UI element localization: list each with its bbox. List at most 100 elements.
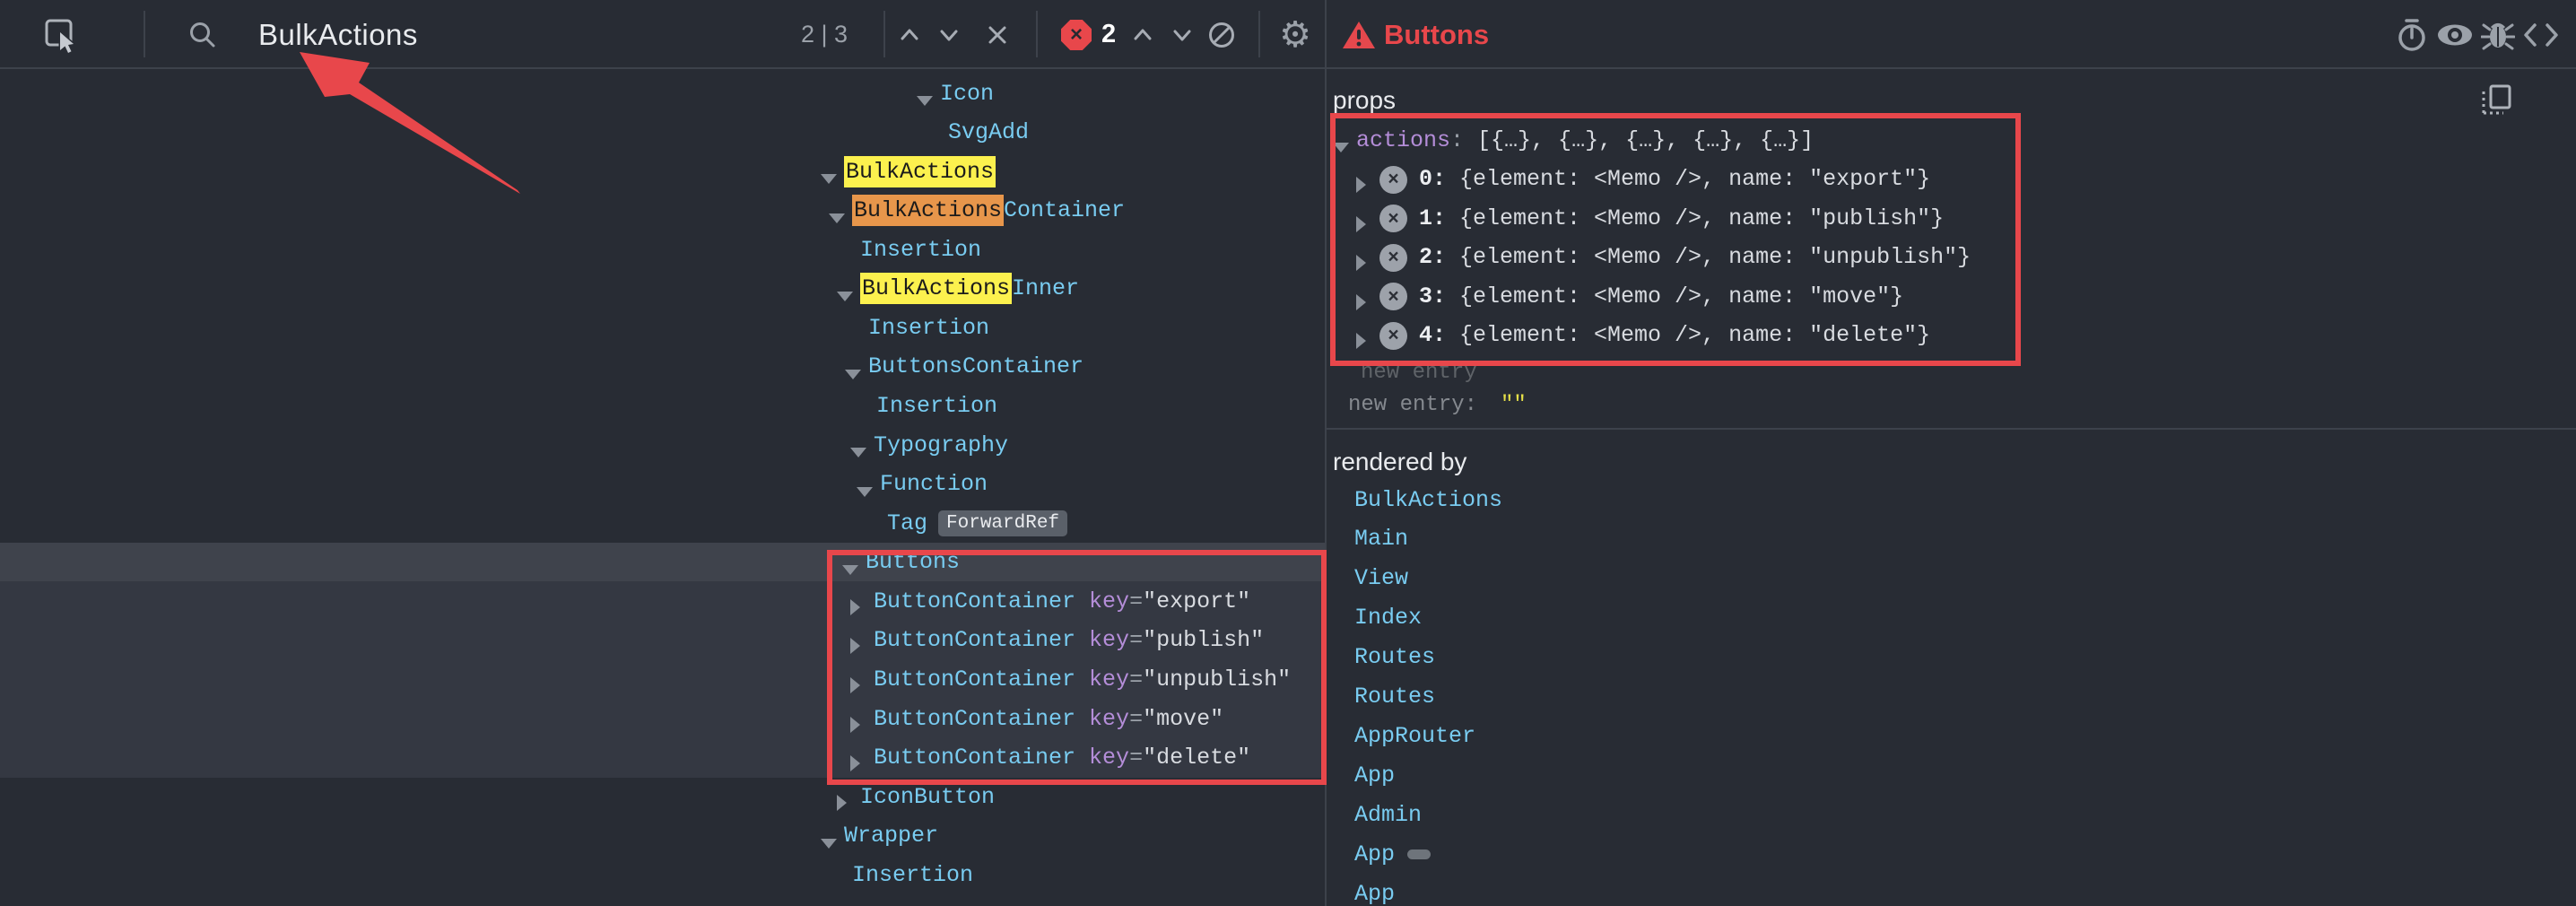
owner-item[interactable]: Index xyxy=(1354,598,1422,638)
owner-item[interactable]: Admin xyxy=(1354,795,1422,834)
chevron-right-icon[interactable] xyxy=(850,738,860,778)
tree-row[interactable]: IconButton xyxy=(0,777,1325,816)
inspect-element-icon[interactable] xyxy=(39,0,83,69)
new-entry-inner[interactable]: new entry xyxy=(1361,361,1477,385)
tree-row[interactable]: TagForwardRef xyxy=(0,503,1325,543)
props-row-actions[interactable]: actions: [{…}, {…}, {…}, {…}, {…}] xyxy=(0,120,1251,160)
row-text: : xyxy=(1450,127,1477,153)
section-divider xyxy=(1327,428,2576,430)
next-error-button[interactable] xyxy=(1164,0,1200,69)
chevron-down-icon[interactable] xyxy=(842,543,858,582)
delete-entry-icon[interactable]: × xyxy=(1379,283,1407,310)
tree-row-label: ButtonContainer key="publish" xyxy=(874,621,1264,660)
toolbar-divider xyxy=(144,11,145,57)
chevron-down-icon[interactable] xyxy=(850,425,866,465)
inspect-dom-eye-icon[interactable] xyxy=(2434,0,2476,69)
tree-row[interactable]: Icon xyxy=(0,74,1325,113)
props-item-text: 4: {element: <Memo />, name: "delete"} xyxy=(1419,316,1930,355)
next-result-button[interactable] xyxy=(931,0,967,69)
tree-row[interactable]: ButtonContainer key="delete" xyxy=(0,738,1325,778)
delete-entry-icon[interactable]: × xyxy=(1379,322,1407,350)
owner-item[interactable]: Routes xyxy=(1354,677,1435,717)
tree-row[interactable]: Insertion xyxy=(0,387,1325,426)
row-text: = xyxy=(1129,588,1143,614)
chevron-right-icon[interactable] xyxy=(850,581,860,621)
chevron-right-icon[interactable] xyxy=(1356,316,1366,355)
owner-label: App xyxy=(1354,841,1395,867)
owner-item[interactable]: BulkActions xyxy=(1354,480,1502,519)
chevron-down-icon[interactable] xyxy=(821,816,837,856)
tree-row[interactable]: Typography xyxy=(0,425,1325,465)
view-source-code-icon[interactable] xyxy=(2520,0,2562,69)
props-array-item[interactable]: ×3: {element: <Memo />, name: "move"} xyxy=(0,276,1251,316)
chevron-right-icon[interactable] xyxy=(1356,238,1366,277)
owner-item[interactable]: View xyxy=(1354,559,1408,598)
array-item-preview: {element: <Memo />, name: "export"} xyxy=(1459,166,1930,192)
owner-item[interactable]: App xyxy=(1354,755,1395,795)
chevron-right-icon[interactable] xyxy=(850,660,860,700)
props-array-item[interactable]: ×4: {element: <Memo />, name: "delete"} xyxy=(0,316,1251,355)
clear-errors-icon[interactable] xyxy=(1202,0,1241,69)
row-text: key xyxy=(1089,666,1129,693)
log-bug-icon[interactable] xyxy=(2477,0,2519,69)
array-item-preview: {element: <Memo />, name: "move"} xyxy=(1459,283,1903,309)
copy-props-icon[interactable] xyxy=(2474,77,2519,122)
panel-divider[interactable] xyxy=(1325,0,1327,906)
row-text: Typography xyxy=(874,432,1008,458)
search-icon xyxy=(183,0,222,69)
new-entry-value[interactable]: "" xyxy=(1501,393,1527,417)
owner-label: App xyxy=(1354,881,1395,906)
props-array-item[interactable]: ×0: {element: <Memo />, name: "export"} xyxy=(0,160,1251,199)
chevron-down-icon[interactable] xyxy=(857,465,873,504)
row-text: "publish" xyxy=(1143,627,1264,653)
chevron-right-icon[interactable] xyxy=(850,621,860,660)
row-text: "export" xyxy=(1143,588,1250,614)
tree-row[interactable]: Insertion xyxy=(0,855,1325,894)
search-input[interactable]: BulkActions xyxy=(258,0,418,69)
owner-item[interactable]: Main xyxy=(1354,519,1408,559)
prev-error-button[interactable] xyxy=(1125,0,1161,69)
chevron-right-icon[interactable] xyxy=(837,777,847,816)
array-index: 2: xyxy=(1419,244,1459,270)
owner-item[interactable]: AppRouter xyxy=(1354,716,1475,755)
row-text: = xyxy=(1129,666,1143,693)
tree-row[interactable]: ButtonContainer key="move" xyxy=(0,699,1325,738)
chevron-down-icon[interactable] xyxy=(917,74,933,113)
tree-row[interactable]: Buttons xyxy=(0,543,1325,582)
tree-row[interactable]: Function xyxy=(0,465,1325,504)
tree-row[interactable]: ButtonContainer key="unpublish" xyxy=(0,660,1325,700)
props-array-item[interactable]: ×2: {element: <Memo />, name: "unpublish… xyxy=(0,238,1251,277)
owner-item[interactable]: App xyxy=(1354,874,1395,906)
suspense-stopwatch-icon[interactable] xyxy=(2391,0,2432,69)
prev-result-button[interactable] xyxy=(892,0,927,69)
delete-entry-icon[interactable]: × xyxy=(1379,166,1407,194)
owner-item[interactable]: Routes xyxy=(1354,638,1435,677)
delete-entry-icon[interactable]: × xyxy=(1379,244,1407,272)
chevron-right-icon[interactable] xyxy=(1356,160,1366,199)
props-section-header: props xyxy=(1333,86,1396,115)
tree-row[interactable]: ButtonContainer key="export" xyxy=(0,581,1325,621)
row-text: "move" xyxy=(1143,706,1223,732)
owner-label: Main xyxy=(1354,526,1408,552)
tree-row[interactable]: ButtonContainer key="publish" xyxy=(0,621,1325,660)
row-text: = xyxy=(1129,627,1143,653)
row-text: ButtonContainer xyxy=(874,588,1089,614)
array-index: 3: xyxy=(1419,283,1459,309)
tree-row-label: Wrapper xyxy=(844,816,938,856)
chevron-down-icon[interactable] xyxy=(1333,120,1349,160)
clear-search-button[interactable] xyxy=(979,0,1015,69)
chevron-right-icon[interactable] xyxy=(850,699,860,738)
chevron-right-icon[interactable] xyxy=(1356,198,1366,238)
row-text: ButtonContainer xyxy=(874,627,1089,653)
row-text: Buttons xyxy=(866,549,960,575)
new-entry-row[interactable]: new entry:"" xyxy=(1348,393,1527,417)
owner-item[interactable]: App xyxy=(1354,834,1431,874)
delete-entry-icon[interactable]: × xyxy=(1379,205,1407,232)
props-array-item[interactable]: ×1: {element: <Memo />, name: "publish"} xyxy=(0,198,1251,238)
row-text: Insertion xyxy=(876,393,997,419)
settings-gear-icon[interactable]: ⚙ xyxy=(1274,0,1317,69)
tree-row[interactable]: Wrapper xyxy=(0,816,1325,856)
tree-row-label: Insertion xyxy=(852,855,973,894)
chevron-right-icon[interactable] xyxy=(1356,276,1366,316)
tree-row-label: Buttons xyxy=(866,543,960,582)
